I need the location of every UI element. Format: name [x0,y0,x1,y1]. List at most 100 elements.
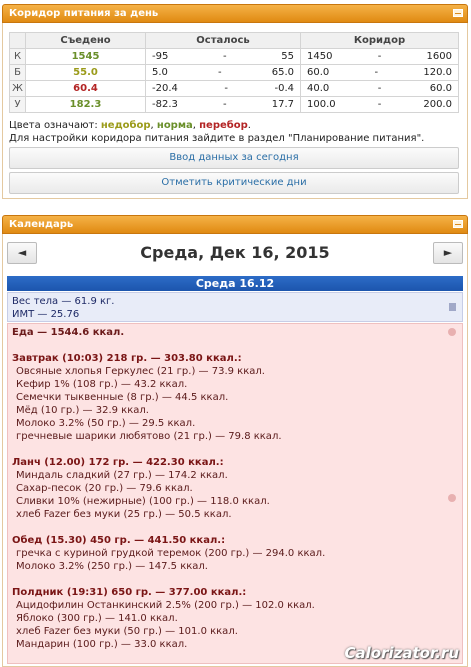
remaining-to: 55 [281,51,294,62]
table-header-row: Съедено Осталось Коридор [9,32,459,49]
meal-item: Яблоко (300 гр.) — 141.0 ккал. [16,613,178,624]
meal-item: Семечки тыквенные (8 гр.) — 44.5 ккал. [16,392,229,403]
meal-block: Завтрак (10:03) 218 гр. — 303.80 ккал.: О… [12,352,458,443]
row-label: Ж [9,80,26,97]
meal-title: Обед (15.30) 450 гр. — 441.50 ккал.: [12,535,226,546]
calendar-panel: ◄ Среда, Дек 16, 2015 ► Среда 16.12 Вес … [2,234,468,667]
day-bar: Среда 16.12 [7,276,463,291]
meal-item: Молоко 3.2% (250 гр.) — 147.5 ккал. [16,561,208,572]
meal-item: гречка с куриной грудкой теремок (200 гр… [16,548,326,559]
meal-block: Ланч (12.00) 172 гр. — 422.30 ккал.: Минд… [12,456,458,521]
meal-item: гречневые шарики любятово (21 гр.) — 79.… [16,431,282,442]
remaining-cell: -82.3 - 17.7 [145,96,301,113]
corridor-table: Съедено Осталось Коридор К 1545 -95 - 55 1450… [9,32,459,113]
enter-today-button[interactable]: Ввод данных за сегодня [9,147,459,169]
meal-block: Обед (15.30) 450 гр. — 441.50 ккал.: греч… [12,534,458,573]
dash: - [224,83,228,94]
meal-block: Полдник (19:31) 650 гр. — 377.00 ккал.: А… [12,586,458,651]
weight-box: Вес тела — 61.9 кг. ИМТ — 25.76 [7,292,463,322]
dash: - [223,99,227,110]
meal-title: Ланч (12.00) 172 гр. — 422.30 ккал.: [12,457,224,468]
weight-line: Вес тела — 61.9 кг. [12,296,115,307]
next-day-button[interactable]: ► [433,242,463,264]
collapse-icon[interactable] [453,9,463,17]
delete-icon[interactable] [448,328,456,336]
row-label: Б [9,64,26,81]
dash: - [374,67,379,78]
food-box: Еда — 1544.6 ккал. Завтрак (10:03) 218 г… [7,323,463,664]
table-row: К 1545 -95 - 55 1450 - 1600 [9,48,459,65]
dash: - [377,99,382,110]
corridor-to: 200.0 [423,99,452,110]
corridor-cell: 60.0 - 120.0 [300,64,459,81]
meal-item: Кефир 1% (108 гр.) — 43.2 ккал. [16,379,188,390]
color-legend: Цвета означают: недобор, норма, перебор. [9,120,251,131]
meal-item: Миндаль сладкий (27 гр.) — 174.2 ккал. [16,470,228,481]
eaten-value: 182.3 [25,96,146,113]
meal-item: Сахар-песок (20 гр.) — 79.6 ккал. [16,483,193,494]
remaining-from: -95 [152,51,169,62]
corridor-panel-title: Коридор питания за день [9,8,159,19]
delete-icon[interactable] [448,494,456,502]
calendar-panel-title: Календарь [9,219,74,230]
meal-item: Молоко 3.2% (50 гр.) — 29.5 ккал. [16,418,196,429]
watermark: Calorizator.ru [344,644,459,662]
corridor-cell: 40.0 - 60.0 [300,80,459,97]
remaining-from: 5.0 [152,67,168,78]
meal-item: Сливки 10% (нежирные) (100 гр.) — 118.0 … [16,496,270,507]
remaining-cell: 5.0 - 65.0 [145,64,301,81]
remaining-from: -82.3 [152,99,178,110]
remaining-to: 65.0 [271,67,294,78]
corridor-from: 1450 [307,51,333,62]
corridor-from: 60.0 [307,67,330,78]
remaining-cell: -95 - 55 [145,48,301,65]
remaining-cell: -20.4 - -0.4 [145,80,301,97]
row-label: К [9,48,26,65]
calendar-panel-header: Календарь [2,215,468,234]
dash: - [218,67,222,78]
bmi-line: ИМТ — 25.76 [12,309,80,320]
dash: - [377,83,382,94]
corridor-from: 40.0 [307,83,330,94]
corridor-panel-header: Коридор питания за день [2,4,468,23]
legend-prefix: Цвета означают: [9,120,98,131]
corridor-to: 1600 [426,51,452,62]
food-total: Еда — 1544.6 ккал. [12,327,125,338]
meal-item: хлеб Fazer без муки (50 гр.) — 101.0 кка… [16,626,238,637]
calendar-date: Среда, Дек 16, 2015 [140,243,330,262]
meal-item: хлеб Fazer без муки (25 гр.) — 50.5 ккал… [16,509,232,520]
table-row: У 182.3 -82.3 - 17.7 100.0 - 200.0 [9,96,459,113]
settings-note: Для настройки коридора питания зайдите в… [9,133,425,144]
corridor-to: 60.0 [429,83,452,94]
trash-icon[interactable] [449,303,456,311]
dash: - [223,51,227,62]
corridor-cell: 1450 - 1600 [300,48,459,65]
legend-ok: норма [156,120,193,131]
corridor-from: 100.0 [307,99,336,110]
remaining-from: -20.4 [152,83,178,94]
header-eaten: Съедено [25,32,146,49]
corridor-panel: Съедено Осталось Коридор К 1545 -95 - 55 1450… [2,23,468,199]
corridor-cell: 100.0 - 200.0 [300,96,459,113]
meal-title: Полдник (19:31) 650 гр. — 377.00 ккал.: [12,587,247,598]
meal-item: Овсяные хлопья Геркулес (21 гр.) — 73.9 … [16,366,265,377]
legend-under: недобор [100,120,151,131]
eaten-value: 1545 [25,48,146,65]
meal-title: Завтрак (10:03) 218 гр. — 303.80 ккал.: [12,353,242,364]
row-label: У [9,96,26,113]
eaten-value: 55.0 [25,64,146,81]
prev-day-button[interactable]: ◄ [7,242,37,264]
collapse-icon[interactable] [453,220,463,228]
header-remaining: Осталось [145,32,301,49]
header-empty [9,32,26,49]
eaten-value: 60.4 [25,80,146,97]
remaining-to: -0.4 [274,83,294,94]
header-corridor: Коридор [300,32,459,49]
meal-item: Ацидофилин Останкинский 2.5% (200 гр.) —… [16,600,315,611]
corridor-to: 120.0 [423,67,452,78]
table-row: Ж 60.4 -20.4 - -0.4 40.0 - 60.0 [9,80,459,97]
remaining-to: 17.7 [271,99,294,110]
dash: - [377,51,382,62]
mark-critical-days-button[interactable]: Отметить критические дни [9,172,459,194]
legend-over: перебор [199,120,248,131]
